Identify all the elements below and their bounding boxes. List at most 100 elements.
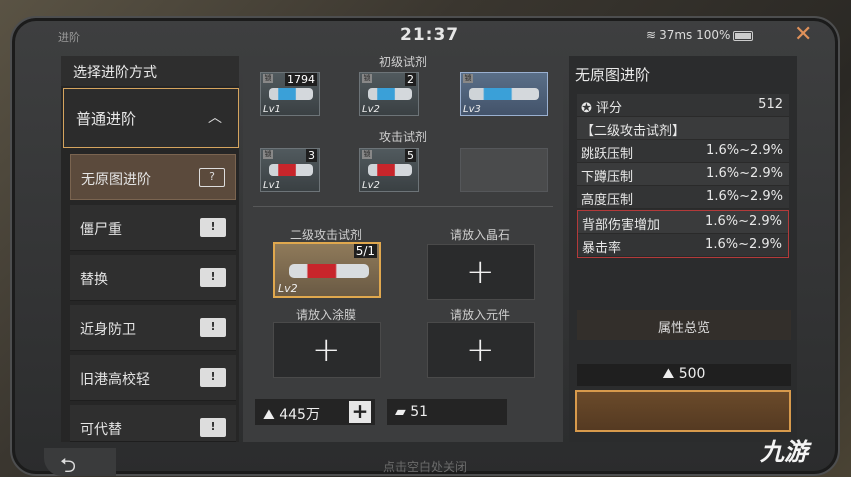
warning-icon: ! xyxy=(200,218,226,237)
question-icon: ? xyxy=(199,168,225,187)
stat-value: 1.6%~2.9% xyxy=(706,189,783,204)
tube-icon xyxy=(469,88,539,100)
item-name: 【二级攻击试剂】 xyxy=(581,124,686,139)
stat-name: 暴击率 xyxy=(582,241,622,256)
stat-name: 下蹲压制 xyxy=(581,170,634,185)
mode-label: 普通进阶 xyxy=(76,110,137,128)
item-count: 1794 xyxy=(285,73,317,86)
top-bar: 进阶 21:37 ≋ 37ms 100% ✕ xyxy=(40,22,820,47)
mode-dropdown[interactable]: 普通进阶 ︿ xyxy=(63,88,239,148)
plus-icon: + xyxy=(466,330,495,370)
tube-icon xyxy=(368,88,412,100)
slot-label: 请放入涂膜 xyxy=(295,308,356,322)
item-count: 2 xyxy=(405,73,416,86)
stat-row: 高度压制 1.6%~2.9% xyxy=(577,186,789,209)
info-title: 无原图进阶 xyxy=(575,66,651,84)
add-coin-button[interactable]: + xyxy=(349,401,371,423)
cost-amount: 500 xyxy=(678,366,706,382)
empty-slot xyxy=(460,148,548,192)
ping-text: 37ms xyxy=(659,28,693,42)
back-button[interactable]: ⮌ xyxy=(44,448,116,477)
advance-button[interactable] xyxy=(575,390,791,432)
star-icon: ✪ xyxy=(581,101,592,116)
close-icon[interactable]: ✕ xyxy=(794,22,812,47)
lock-tag-icon: 锁 xyxy=(263,150,273,159)
plus-icon: + xyxy=(312,330,341,370)
attribute-overview-button[interactable]: 属性总览 xyxy=(577,310,791,340)
materials-panel: 初级试剂 锁 1794 Lv1 锁 2 Lv2 锁 Lv3 攻击试剂 锁 3 L… xyxy=(243,55,563,442)
tube-icon xyxy=(368,164,412,176)
group-label: 初级试剂 xyxy=(378,55,427,69)
method-item[interactable]: 旧港高校轻 ! xyxy=(70,355,236,401)
item-level: Lv1 xyxy=(263,180,281,191)
highlighted-stats: 背部伤害增加 1.6%~2.9% 暴击率 1.6%~2.9% xyxy=(577,210,789,258)
tube-icon xyxy=(269,164,313,176)
clock: 21:37 xyxy=(400,25,460,45)
back-icon: ⮌ xyxy=(60,453,77,477)
material-slot[interactable]: 锁 1794 Lv1 xyxy=(260,72,320,116)
material-slot[interactable]: 锁 2 Lv2 xyxy=(359,72,419,116)
warning-icon: ! xyxy=(200,368,226,387)
ticket-display: ▰ 51 xyxy=(387,399,507,425)
method-item[interactable]: 替换 ! xyxy=(70,255,236,301)
method-item[interactable]: 可代替 ! xyxy=(70,405,236,442)
stat-row: 背部伤害增加 1.6%~2.9% xyxy=(578,211,788,234)
tube-icon xyxy=(269,88,313,100)
stat-value: 1.6%~2.9% xyxy=(705,237,782,252)
ticket-amount: 51 xyxy=(410,404,429,420)
warning-icon: ! xyxy=(200,418,226,437)
warning-icon: ! xyxy=(200,268,226,287)
status-area: ≋ 37ms 100% xyxy=(646,28,754,42)
stat-row: 跳跃压制 1.6%~2.9% xyxy=(577,140,789,163)
method-item[interactable]: 近身防卫 ! xyxy=(70,305,236,351)
stat-name: 高度压制 xyxy=(581,193,634,208)
method-label: 无原图进阶 xyxy=(81,172,151,188)
stats-table: ✪ 评分 512 【二级攻击试剂】 跳跃压制 1.6%~2.9% 下蹲压制 1.… xyxy=(577,94,789,258)
tube-icon xyxy=(289,264,369,278)
coating-slot[interactable]: + xyxy=(273,322,381,378)
lock-tag-icon: 锁 xyxy=(362,150,372,159)
window-title: 进阶 xyxy=(58,31,80,44)
material-slot-selected[interactable]: 锁 Lv3 xyxy=(460,72,548,116)
coin-icon: ⛰ xyxy=(263,407,275,423)
advance-info-panel: 无原图进阶 ✪ 评分 512 【二级攻击试剂】 跳跃压制 1.6%~2.9% 下… xyxy=(569,56,797,442)
component-slot[interactable]: + xyxy=(427,322,535,378)
item-name-row: 【二级攻击试剂】 xyxy=(577,117,789,140)
item-level: Lv2 xyxy=(362,104,380,115)
item-count: 5/1 xyxy=(353,244,377,258)
panel-title: 选择进阶方式 xyxy=(61,56,239,86)
item-count: 3 xyxy=(306,149,317,162)
stat-row: 下蹲压制 1.6%~2.9% xyxy=(577,163,789,186)
material-slot[interactable]: 锁 5 Lv2 xyxy=(359,148,419,192)
score-row: ✪ 评分 512 xyxy=(577,94,789,117)
material-slot[interactable]: 锁 3 Lv1 xyxy=(260,148,320,192)
coin-icon: ⛰ xyxy=(662,366,675,382)
slot-label: 请放入元件 xyxy=(449,308,510,322)
warning-icon: ! xyxy=(200,318,226,337)
stat-value: 1.6%~2.9% xyxy=(706,143,783,158)
method-item[interactable]: 僵尸重 ! xyxy=(70,205,236,251)
method-label: 近身防卫 xyxy=(80,322,136,338)
stat-row: 暴击率 1.6%~2.9% xyxy=(578,234,788,257)
method-item-no-blueprint[interactable]: 无原图进阶 ? xyxy=(70,154,236,200)
item-level: Lv2 xyxy=(278,282,298,295)
lock-tag-icon: 锁 xyxy=(263,74,273,83)
lock-tag-icon: 锁 xyxy=(463,74,473,83)
lock-tag-icon: 锁 xyxy=(362,74,372,83)
score-label: 评分 xyxy=(596,101,623,116)
plus-icon: + xyxy=(466,252,495,292)
item-level: Lv1 xyxy=(263,104,281,115)
main-material-slot[interactable]: 5/1 Lv2 xyxy=(273,242,381,298)
wifi-icon: ≋ xyxy=(646,28,657,42)
item-count: 5 xyxy=(405,149,416,162)
slot-label: 二级攻击试剂 xyxy=(289,228,362,242)
divider xyxy=(253,206,553,207)
crystal-slot[interactable]: + xyxy=(427,244,535,300)
score-value: 512 xyxy=(758,97,783,112)
coin-amount: 445万 xyxy=(279,407,320,423)
item-level: Lv2 xyxy=(362,180,380,191)
method-label: 替换 xyxy=(80,272,108,288)
chevron-up-icon: ︿ xyxy=(208,110,222,126)
stat-value: 1.6%~2.9% xyxy=(705,214,782,229)
battery-icon xyxy=(733,30,754,41)
